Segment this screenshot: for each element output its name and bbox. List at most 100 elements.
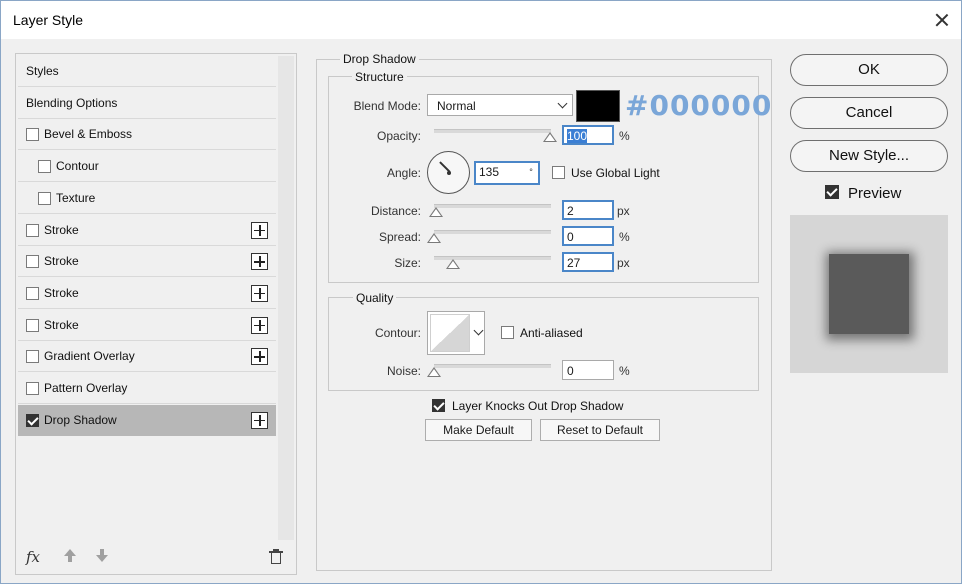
- knockout-checkbox[interactable]: [432, 399, 445, 412]
- sidebar-item-stroke[interactable]: Stroke: [18, 277, 276, 309]
- size-input[interactable]: 27: [562, 252, 614, 272]
- sidebar-item-checkbox[interactable]: [26, 255, 39, 269]
- sidebar-item-checkbox[interactable]: [26, 128, 39, 142]
- angle-dial-center: [447, 171, 451, 175]
- quality-title: Quality: [353, 291, 397, 305]
- styles-scrollbar[interactable]: [278, 56, 294, 540]
- fx-icon[interactable]: fx: [26, 548, 40, 566]
- noise-value: 0: [567, 364, 574, 378]
- sidebar-item-label: Bevel & Emboss: [44, 127, 133, 142]
- anti-aliased-label: Anti-aliased: [520, 326, 583, 340]
- chevron-down-icon: [557, 98, 568, 109]
- add-effect-icon[interactable]: [251, 348, 268, 366]
- opacity-slider[interactable]: [434, 129, 551, 133]
- size-label: Size:: [394, 256, 421, 270]
- sidebar-item-contour[interactable]: Contour: [18, 151, 276, 183]
- ok-button[interactable]: OK: [790, 54, 948, 86]
- distance-input[interactable]: 2: [562, 200, 614, 220]
- sidebar-item-label: Gradient Overlay: [44, 349, 135, 364]
- sidebar-item-label: Contour: [56, 159, 99, 174]
- sidebar-item-blending-options[interactable]: Blending Options: [18, 87, 276, 119]
- add-effect-icon[interactable]: [251, 221, 268, 239]
- spread-unit: %: [619, 230, 630, 244]
- sidebar-item-checkbox[interactable]: [26, 382, 39, 395]
- sidebar-item-label: Stroke: [44, 285, 79, 300]
- sidebar-item-styles[interactable]: Styles: [18, 56, 276, 87]
- knockout-label: Layer Knocks Out Drop Shadow: [452, 399, 624, 413]
- distance-slider[interactable]: [434, 204, 551, 208]
- anti-aliased-checkbox[interactable]: [501, 326, 514, 339]
- sidebar-item-label: Stroke: [44, 222, 79, 237]
- section-title: Drop Shadow: [340, 52, 419, 66]
- shadow-color-swatch[interactable]: [576, 90, 620, 122]
- add-effect-icon[interactable]: [251, 316, 268, 334]
- close-icon[interactable]: [927, 5, 957, 35]
- sidebar-item-gradient-overlay[interactable]: Gradient Overlay: [18, 341, 276, 373]
- opacity-label: Opacity:: [376, 129, 421, 143]
- make-default-button[interactable]: Make Default: [425, 419, 532, 441]
- blend-mode-dropdown[interactable]: Normal: [427, 94, 573, 116]
- blend-mode-value: Normal: [437, 99, 476, 113]
- sidebar-item-checkbox[interactable]: [26, 413, 39, 427]
- sidebar-item-texture[interactable]: Texture: [18, 182, 276, 214]
- new-style-button[interactable]: New Style...: [790, 140, 948, 172]
- use-global-light-checkbox[interactable]: [552, 166, 565, 179]
- contour-label: Contour:: [374, 326, 421, 340]
- noise-slider[interactable]: [434, 364, 551, 368]
- sidebar-item-stroke[interactable]: Stroke: [18, 214, 276, 246]
- add-effect-icon[interactable]: [251, 253, 268, 271]
- sidebar-item-checkbox[interactable]: [26, 350, 39, 364]
- styles-toolbar: fx: [16, 540, 296, 574]
- sidebar-item-label: Stroke: [44, 317, 79, 332]
- distance-value: 2: [567, 204, 574, 218]
- add-effect-icon[interactable]: [251, 284, 268, 302]
- spread-label: Spread:: [378, 230, 421, 244]
- sidebar-item-label: Drop Shadow: [44, 412, 117, 427]
- contour-picker[interactable]: [427, 311, 485, 355]
- sidebar-item-checkbox[interactable]: [26, 223, 39, 237]
- blend-mode-label: Blend Mode:: [353, 99, 421, 113]
- angle-value: 135: [479, 165, 500, 179]
- move-down-icon[interactable]: [94, 549, 110, 565]
- sidebar-item-label: Styles: [26, 64, 59, 78]
- spread-input[interactable]: 0: [562, 226, 614, 246]
- distance-unit: px: [617, 204, 630, 218]
- opacity-value: 100: [567, 129, 588, 143]
- sidebar-item-checkbox[interactable]: [26, 318, 39, 332]
- trash-icon[interactable]: [269, 549, 283, 565]
- preview-label: Preview: [848, 185, 902, 202]
- style-preview: [790, 215, 948, 373]
- size-unit: px: [617, 256, 630, 270]
- noise-input[interactable]: 0: [562, 360, 614, 380]
- opacity-unit: %: [619, 129, 630, 143]
- noise-unit: %: [619, 364, 630, 378]
- layer-style-dialog: Layer Style Styles Blending Options Bevel …: [0, 0, 962, 584]
- angle-dial[interactable]: [427, 151, 470, 194]
- preview-checkbox[interactable]: [825, 185, 839, 199]
- sidebar-item-checkbox[interactable]: [38, 160, 51, 174]
- contour-curve-icon: [430, 314, 470, 352]
- preview-thumbnail: [829, 254, 909, 334]
- move-up-icon[interactable]: [62, 549, 78, 565]
- dialog-title: Layer Style: [13, 12, 84, 28]
- noise-label: Noise:: [386, 364, 421, 378]
- add-effect-icon[interactable]: [251, 411, 268, 429]
- opacity-input[interactable]: 100: [562, 125, 614, 145]
- sidebar-item-pattern-overlay[interactable]: Pattern Overlay: [18, 373, 276, 404]
- sidebar-item-checkbox[interactable]: [26, 286, 39, 300]
- sidebar-item-checkbox[interactable]: [38, 191, 51, 205]
- sidebar-item-stroke[interactable]: Stroke: [18, 309, 276, 341]
- cancel-button[interactable]: Cancel: [790, 97, 948, 129]
- sidebar-item-label: Stroke: [44, 254, 79, 269]
- sidebar-item-bevel-emboss[interactable]: Bevel & Emboss: [18, 119, 276, 151]
- styles-panel: Styles Blending Options Bevel & Emboss Cont…: [15, 53, 297, 575]
- sidebar-item-label: Blending Options: [26, 95, 118, 110]
- color-hex-label: #000000: [625, 89, 773, 122]
- sidebar-item-label: Texture: [56, 190, 96, 205]
- angle-degree-unit: °: [529, 167, 533, 177]
- spread-slider[interactable]: [434, 230, 551, 234]
- sidebar-item-drop-shadow[interactable]: Drop Shadow: [18, 404, 276, 436]
- reset-to-default-button[interactable]: Reset to Default: [540, 419, 660, 441]
- chevron-down-icon: [473, 325, 484, 336]
- sidebar-item-stroke[interactable]: Stroke: [18, 246, 276, 278]
